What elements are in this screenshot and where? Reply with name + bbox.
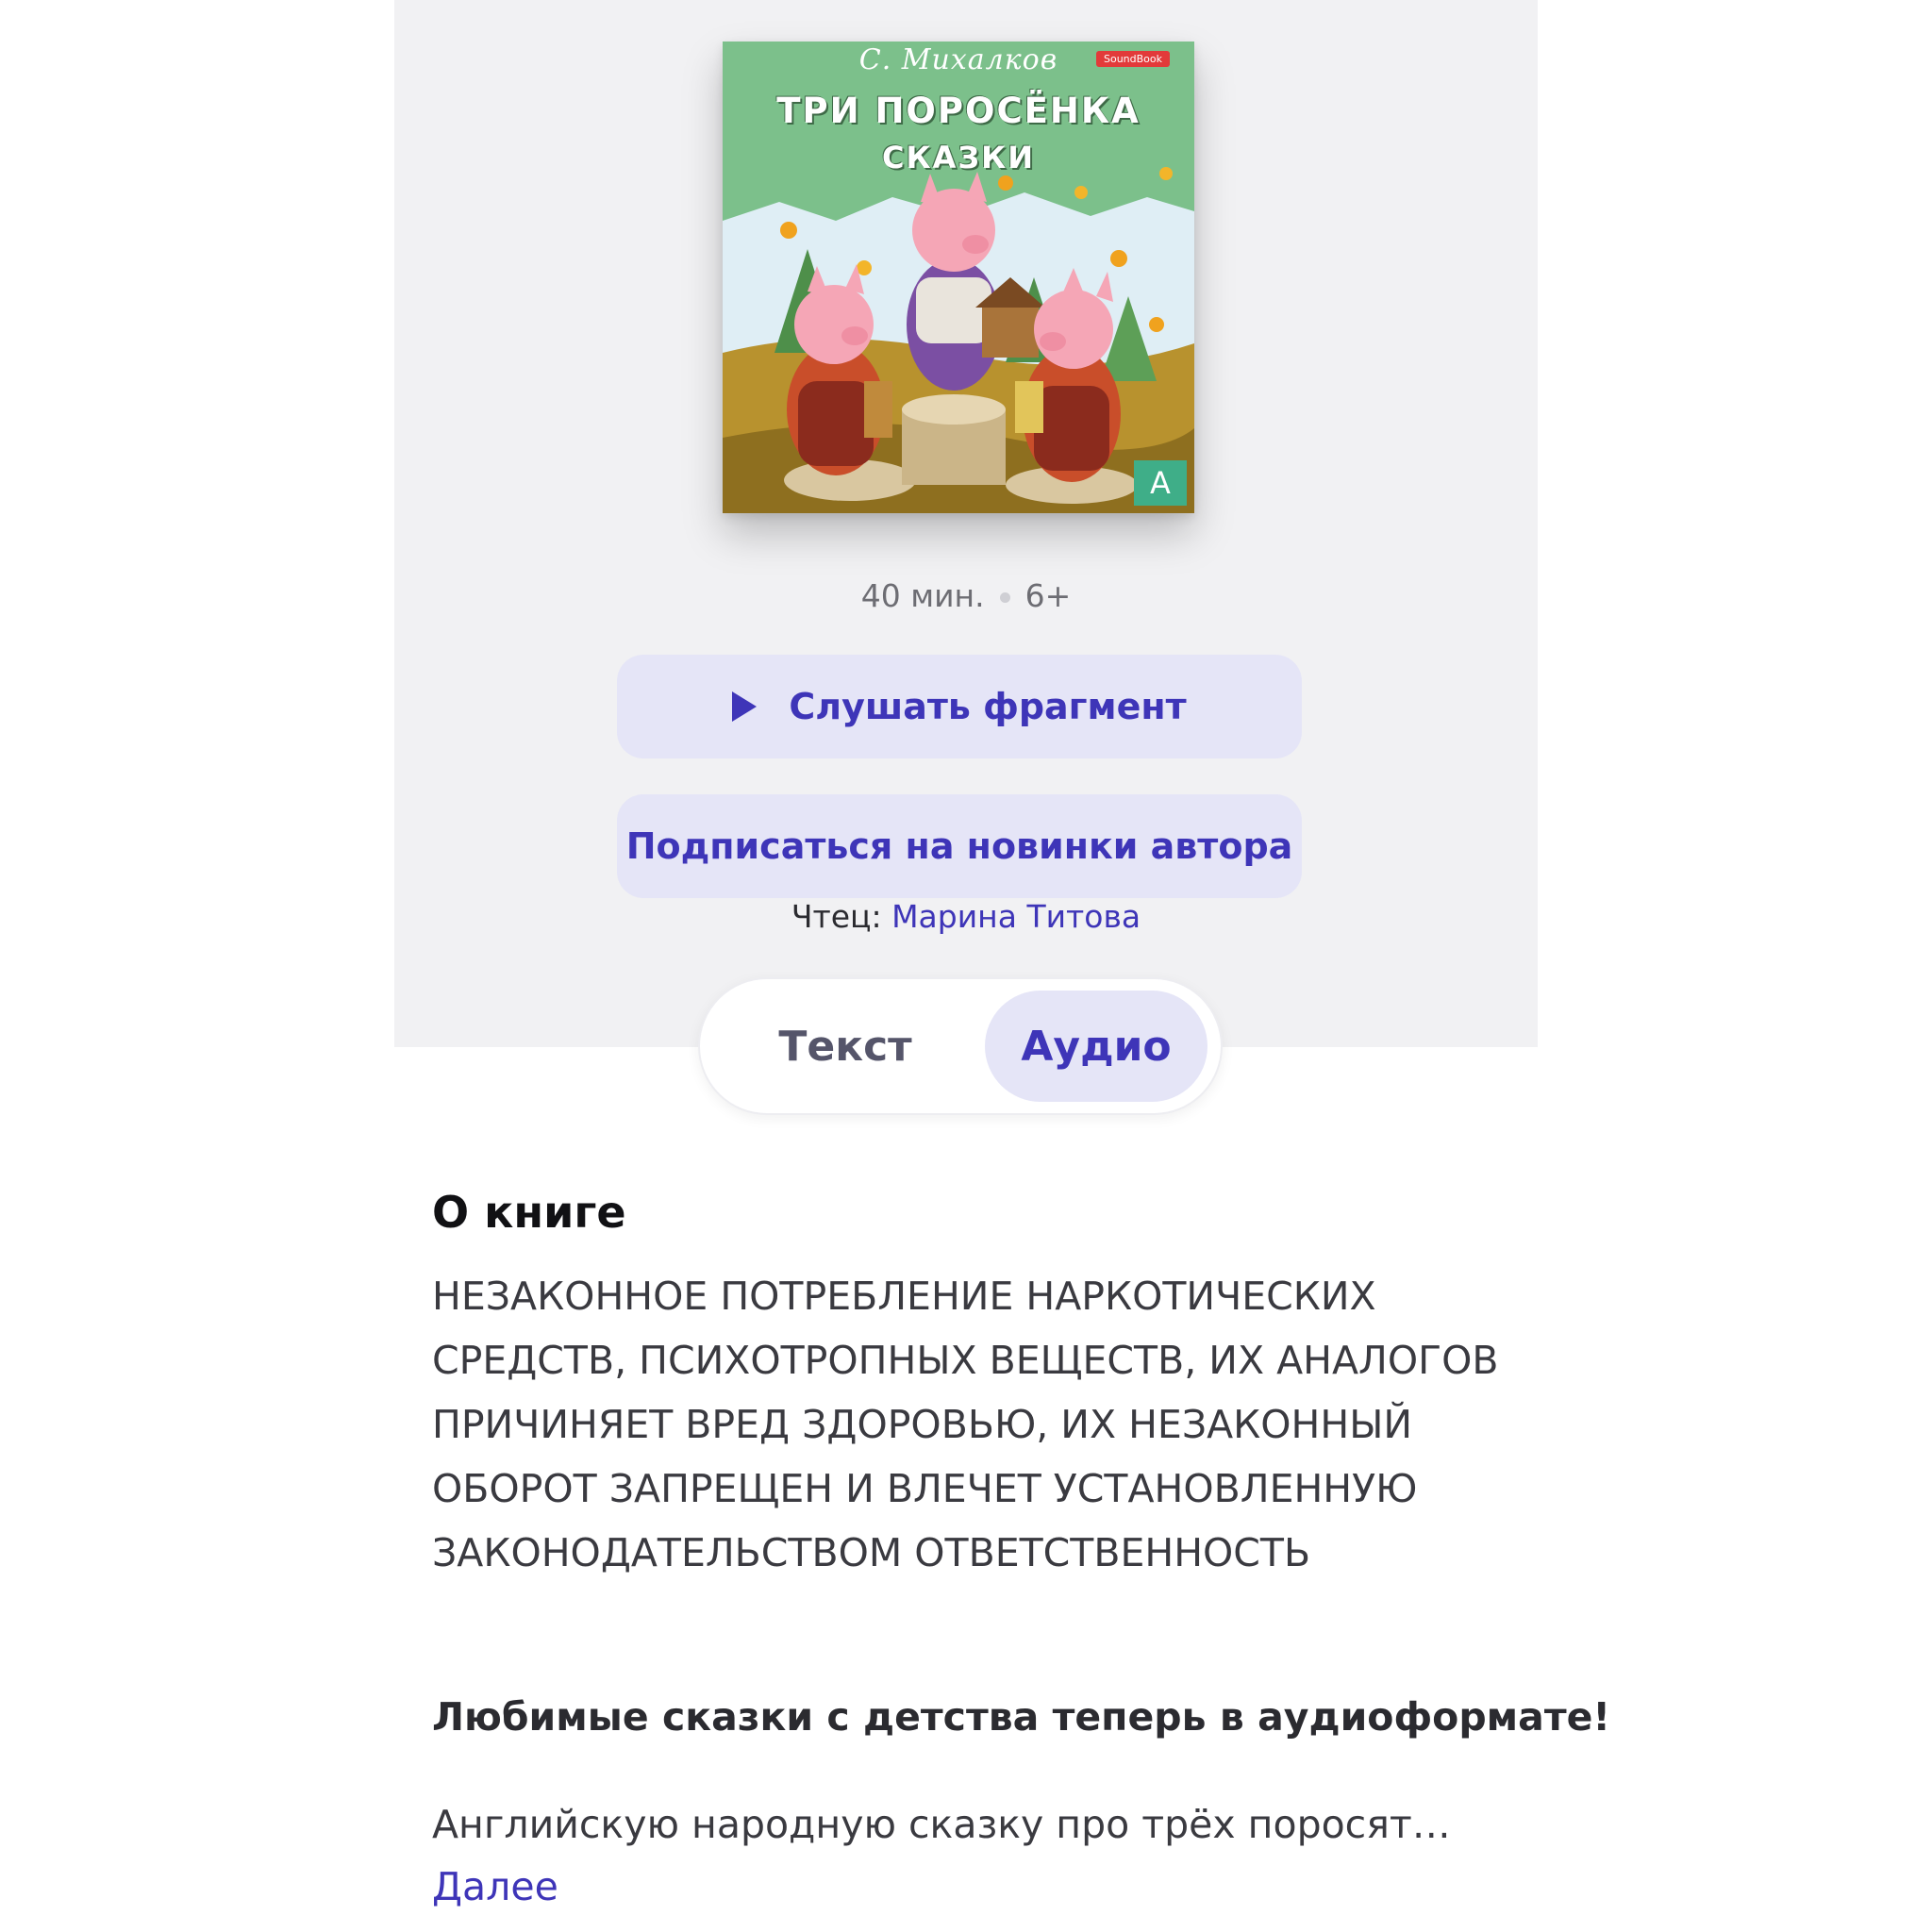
legal-warning-text: НЕЗАКОННОЕ ПОТРЕБЛЕНИЕ НАРКОТИЧЕСКИХ СРЕ… (432, 1274, 1499, 1575)
subscribe-author-label: Подписаться на новинки автора (625, 825, 1293, 867)
about-heading: О книге (432, 1187, 626, 1238)
reader-name-link[interactable]: Марина Титова (891, 898, 1141, 935)
listen-fragment-label: Слушать фрагмент (789, 686, 1187, 727)
about-tagline: Любимые сказки с детства теперь в аудиоф… (432, 1694, 1611, 1740)
cover-publisher-badge: SoundBook (1095, 51, 1170, 67)
duration: 40 мин. (860, 577, 985, 614)
cover-corner-mark: А (1134, 460, 1187, 506)
format-switcher: Текст Аудио (698, 977, 1223, 1115)
cover-title: ТРИ ПОРОСЁНКА (776, 91, 1141, 131)
about-description: Английскую народную сказку про трёх поро… (432, 1802, 1451, 1847)
reader-label: Чтец: (791, 898, 882, 935)
reader-line: Чтец: Марина Титова (394, 898, 1538, 935)
book-meta: 40 мин. 6+ (394, 577, 1538, 614)
age-rating: 6+ (1024, 577, 1072, 614)
tab-text[interactable]: Текст (719, 991, 972, 1102)
subscribe-author-button[interactable]: Подписаться на новинки автора (617, 794, 1302, 898)
book-page: С. Михалков SoundBook ТРИ ПОРОСЁНКА СКАЗ… (0, 0, 1932, 1932)
play-icon (732, 691, 758, 722)
book-cover[interactable]: С. Михалков SoundBook ТРИ ПОРОСЁНКА СКАЗ… (723, 42, 1194, 513)
separator-dot (999, 592, 1010, 603)
read-more-link[interactable]: Далее (432, 1864, 558, 1909)
cover-subtitle: СКАЗКИ (881, 140, 1036, 175)
listen-fragment-button[interactable]: Слушать фрагмент (617, 655, 1302, 758)
tab-audio[interactable]: Аудио (985, 991, 1208, 1102)
